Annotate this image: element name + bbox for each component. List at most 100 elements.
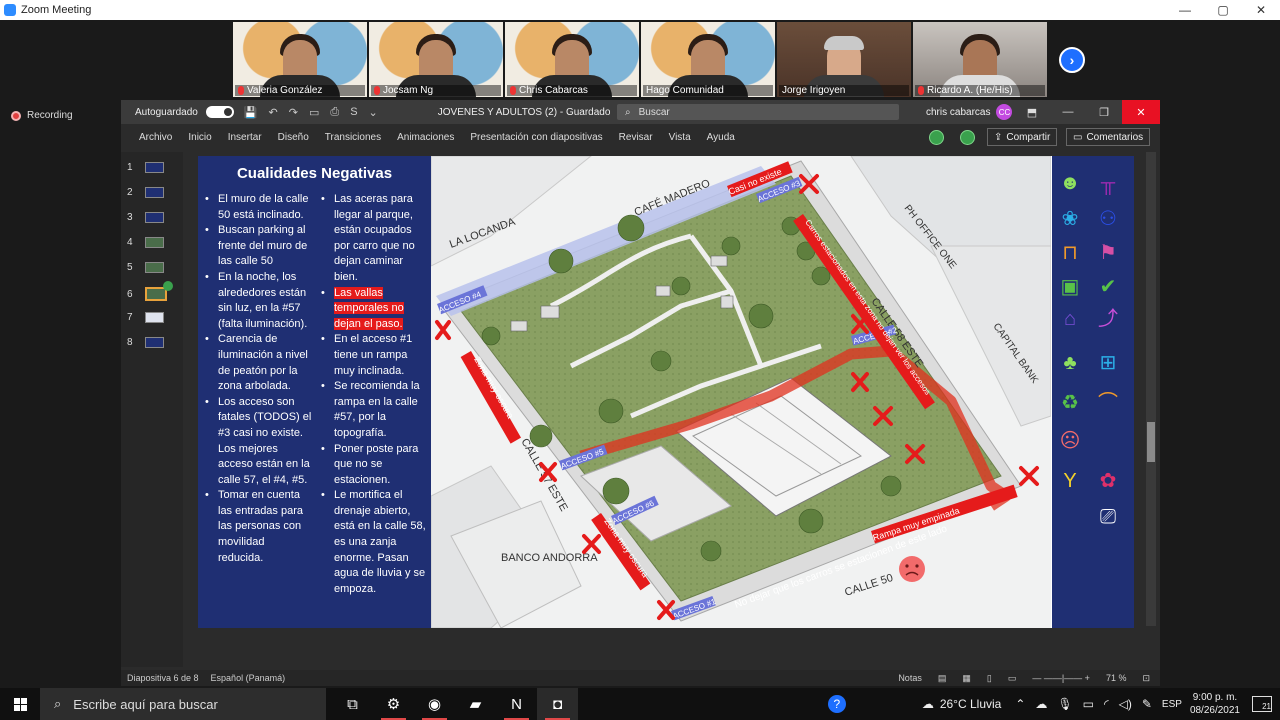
onedrive-icon[interactable]: ☁ xyxy=(1035,697,1047,711)
participant-tile[interactable]: Chris Cabarcas xyxy=(505,22,639,97)
zoom-level[interactable]: 71 % xyxy=(1106,673,1127,683)
maximize-button[interactable]: ▢ xyxy=(1204,0,1242,20)
fit-slide-icon[interactable]: ⊡ xyxy=(1142,673,1150,684)
comments-button[interactable]: ▭ Comentarios xyxy=(1066,128,1151,146)
vertical-scrollbar[interactable] xyxy=(1146,152,1156,626)
autosave-toggle[interactable] xyxy=(205,106,234,118)
participant-tile[interactable]: Jocsam Ng xyxy=(369,22,503,97)
clock[interactable]: 9:00 p. m. 08/26/2021 xyxy=(1190,691,1240,717)
customize-icon[interactable]: ⌄ xyxy=(369,106,378,119)
zoom-app-icon[interactable]: ◘ xyxy=(537,688,578,720)
zoom-titlebar: Zoom Meeting — ▢ ✕ xyxy=(0,0,1280,20)
tab-archivo[interactable]: Archivo xyxy=(131,132,180,143)
zoom-slider[interactable]: — ——|—— + xyxy=(1032,673,1090,683)
search-box[interactable]: ⌕ Buscar xyxy=(617,104,899,120)
thumbnail-item[interactable]: 2 xyxy=(127,187,164,198)
tab-inicio[interactable]: Inicio xyxy=(180,132,219,143)
thumbnail-item[interactable]: 3 xyxy=(127,212,164,223)
bullet-item: Poner poste para que no se estacionen. xyxy=(318,442,428,489)
thumbnail-number: 3 xyxy=(127,212,133,223)
bullet-item: Le mortifica el drenaje abierto, está en… xyxy=(318,488,428,597)
slide-title[interactable]: Cualidades Negativas xyxy=(198,165,431,182)
notes-button[interactable]: Notas xyxy=(898,673,922,683)
recording-indicator[interactable]: Recording xyxy=(11,110,73,121)
save-icon[interactable]: 💾 xyxy=(244,106,258,119)
thumbnail-item[interactable]: 7 xyxy=(127,312,164,323)
print-icon[interactable]: ⎙ xyxy=(330,106,339,119)
reading-view-icon[interactable]: ▯ xyxy=(987,673,992,684)
bullet-item: En el acceso #1 tiene un rampa muy incli… xyxy=(318,332,428,379)
network-icon[interactable]: ◜ xyxy=(1104,697,1109,711)
thumbnail-item[interactable]: 4 xyxy=(127,237,164,248)
chrome-icon[interactable]: ◉ xyxy=(414,688,455,720)
participant-tile[interactable]: Jorge Irigoyen xyxy=(777,22,911,97)
minimize-button[interactable]: — xyxy=(1166,0,1204,20)
participant-tile[interactable]: Ricardo A. (He/His) xyxy=(913,22,1047,97)
tab-insertar[interactable]: Insertar xyxy=(220,132,270,143)
drinking-fountain-icon: Y xyxy=(1063,470,1077,492)
ribbon-display-icon[interactable]: ⬒ xyxy=(1014,100,1050,124)
tab-animaciones[interactable]: Animaciones xyxy=(389,132,462,143)
tab-diseno[interactable]: Diseño xyxy=(270,132,317,143)
battery-icon[interactable]: ▭ xyxy=(1083,697,1094,711)
ppt-minimize-button[interactable]: — xyxy=(1050,100,1086,124)
start-button[interactable] xyxy=(0,688,40,720)
thumbnail-item[interactable]: 5 xyxy=(127,262,164,273)
microphone-icon[interactable]: 🎙 xyxy=(1057,697,1072,711)
slide-sorter-icon[interactable]: ▦ xyxy=(962,673,971,684)
participant-tile[interactable]: Hago Comunidad xyxy=(641,22,775,97)
help-icon[interactable]: ? xyxy=(827,695,846,713)
pen-icon[interactable]: ✎ xyxy=(1142,697,1152,711)
weather-text[interactable]: 26°C Lluvia xyxy=(940,697,1002,711)
thumbnail-item[interactable]: 1 xyxy=(127,162,164,173)
tab-presentacion[interactable]: Presentación con diapositivas xyxy=(462,132,610,143)
bullet-column-2[interactable]: Las aceras para llegar al parque, están … xyxy=(318,192,428,597)
icon-legend: ☻ ╥ ❀ ⚇ ⊓ ⚑ ▣ ✔ ⌂ ⤴ ♣ ⊞ ♻ ⌒ ☹ Y ✿ ⎚ xyxy=(1052,156,1134,628)
user-account[interactable]: chris cabarcas CC xyxy=(926,104,1013,120)
language-indicator[interactable]: Español (Panamá) xyxy=(211,673,286,683)
thumbnail-item-active[interactable]: 6 xyxy=(127,281,173,301)
present-icon[interactable]: ▭ xyxy=(309,106,319,119)
ppt-close-button[interactable]: ✕ xyxy=(1122,100,1160,124)
picnic-table-icon: ⚑ xyxy=(1099,242,1117,264)
document-title[interactable]: JOVENES Y ADULTOS (2) - Guardado xyxy=(438,107,611,118)
input-language[interactable]: ESP xyxy=(1162,699,1182,710)
ppt-restore-button[interactable]: ❐ xyxy=(1086,100,1122,124)
park-map[interactable]: CAFÉ MADERO LA LOCANDA PH OFFICE ONE CAL… xyxy=(430,156,1052,628)
ppt-titlebar: Autoguardado 💾 ↶ ↷ ▭ ⎙ S ⌄ JOVENES Y ADU… xyxy=(121,100,1160,124)
weather-icon[interactable]: ☁ xyxy=(922,697,934,711)
thumbnail-item[interactable]: 8 xyxy=(127,337,164,348)
notion-icon[interactable]: N xyxy=(496,688,537,720)
tab-vista[interactable]: Vista xyxy=(661,132,699,143)
shelter-icon: ⌂ xyxy=(1063,308,1077,330)
redo-icon[interactable]: ↷ xyxy=(289,106,298,119)
notification-center-icon[interactable]: 21 xyxy=(1252,696,1272,712)
file-explorer-icon[interactable]: ▰ xyxy=(455,688,496,720)
tab-transiciones[interactable]: Transiciones xyxy=(317,132,389,143)
volume-icon[interactable]: ◁) xyxy=(1119,697,1132,711)
coauthor-presence-icon[interactable] xyxy=(960,130,975,145)
mic-muted-icon xyxy=(374,86,380,95)
close-button[interactable]: ✕ xyxy=(1242,0,1280,20)
participant-name: Valeria González xyxy=(247,85,323,96)
tab-ayuda[interactable]: Ayuda xyxy=(699,132,743,143)
coauthor-presence-icon[interactable] xyxy=(929,130,944,145)
share-button[interactable]: ⇪ Compartir xyxy=(987,128,1058,146)
participant-tile[interactable]: Valeria González xyxy=(233,22,367,97)
bullet-column-1[interactable]: El muro de la calle 50 está inclinado. B… xyxy=(202,192,312,566)
next-page-button[interactable]: › xyxy=(1059,47,1085,73)
taskbar-search[interactable]: ⌕ Escribe aquí para buscar xyxy=(40,688,326,720)
search-icon: ⌕ xyxy=(54,696,62,711)
current-slide[interactable]: Cualidades Negativas El muro de la calle… xyxy=(198,156,1134,628)
tab-revisar[interactable]: Revisar xyxy=(611,132,661,143)
tray-chevron-icon[interactable]: ⌃ xyxy=(1015,697,1025,711)
task-view-icon[interactable]: ⧉ xyxy=(332,688,373,720)
settings-icon[interactable]: ⚙ xyxy=(373,688,414,720)
recycle-icon: ♻ xyxy=(1061,392,1079,414)
spelling-icon[interactable]: S xyxy=(350,106,357,119)
slideshow-icon[interactable]: ▭ xyxy=(1008,673,1017,684)
normal-view-icon[interactable]: ▤ xyxy=(938,673,947,684)
clock-time: 9:00 p. m. xyxy=(1192,692,1238,703)
undo-icon[interactable]: ↶ xyxy=(269,106,278,119)
clock-date: 08/26/2021 xyxy=(1189,705,1240,716)
